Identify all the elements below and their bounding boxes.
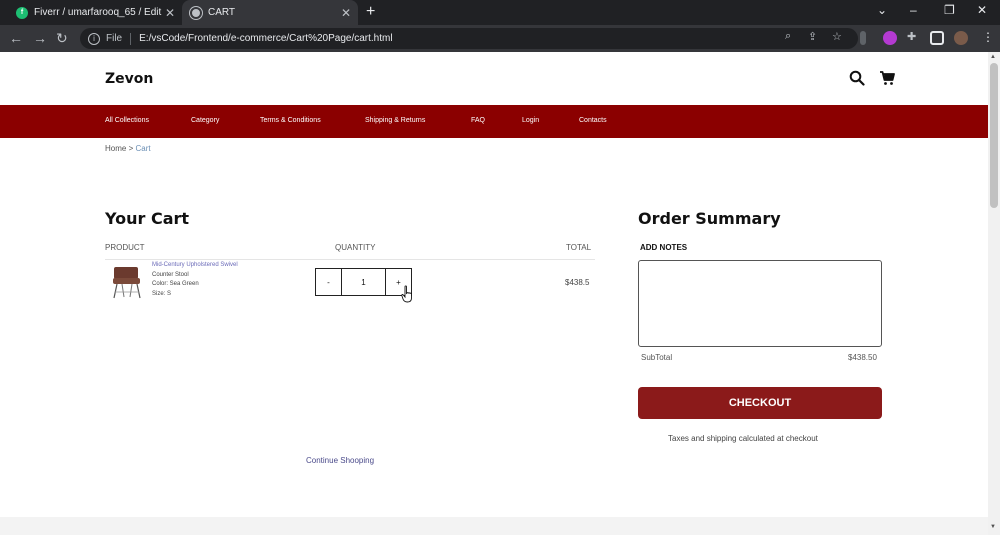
nav-category[interactable]: Category (191, 117, 219, 124)
puzzle-icon[interactable]: ✚ (907, 30, 916, 43)
product-name[interactable]: Mid-Century Upholstered Swivel (152, 262, 238, 268)
restore-button[interactable]: ❐ (944, 3, 955, 17)
avatar[interactable] (954, 31, 968, 45)
nav-shipping[interactable]: Shipping & Returns (365, 117, 425, 124)
breadcrumb-current: Cart (135, 144, 151, 153)
product-size: Size: S (152, 291, 172, 297)
side-panel-icon[interactable] (930, 31, 944, 45)
tab-title: Fiverr / umarfarooq_65 / Edit Gig (34, 7, 162, 18)
reload-icon[interactable]: ↻ (56, 30, 68, 47)
close-icon[interactable]: ✕ (162, 6, 178, 20)
url-scheme: File (106, 33, 123, 44)
divider (105, 259, 595, 260)
main-nav: All Collections Category Terms & Conditi… (0, 105, 988, 138)
star-icon[interactable]: ☆ (832, 30, 842, 43)
url-field[interactable]: i File E:/vsCode/Frontend/e-commerce/Car… (80, 28, 858, 49)
notes-label: ADD NOTES (640, 243, 688, 252)
checkout-button[interactable]: CHECKOUT (638, 387, 882, 419)
window-close-button[interactable]: ✕ (977, 3, 987, 17)
cart-title: Your Cart (105, 209, 190, 228)
cart-icon[interactable] (879, 70, 895, 86)
quantity-stepper: - 1 + (315, 268, 412, 296)
back-icon[interactable]: ← (9, 30, 23, 46)
column-header-total: TOTAL (566, 243, 592, 252)
scroll-up-icon[interactable]: ▲ (990, 54, 996, 60)
footer (0, 517, 988, 535)
order-summary-title: Order Summary (638, 209, 781, 228)
continue-shopping-link[interactable]: Continue Shooping (306, 456, 374, 465)
product-color: Color: Sea Green (152, 281, 199, 287)
breadcrumb-separator: > (128, 144, 134, 153)
scrollbar-thumb[interactable] (990, 63, 998, 208)
extension-icon[interactable] (860, 31, 866, 45)
divider (130, 32, 132, 45)
page: Zevon All Collections Category Terms & C… (0, 52, 988, 535)
tab-search-button[interactable]: ⌄ (877, 3, 887, 17)
tab-title: CART (208, 7, 236, 18)
zoom-icon[interactable]: ⌕ (785, 30, 791, 43)
share-icon[interactable]: ⇪ (808, 30, 817, 43)
minimize-button[interactable]: – (910, 3, 917, 17)
info-icon[interactable]: i (88, 32, 100, 45)
fiverr-icon: f (16, 6, 28, 19)
column-header-quantity: QUANTITY (335, 243, 376, 252)
search-icon[interactable] (849, 70, 865, 86)
decrement-button[interactable]: - (316, 269, 342, 295)
url-text: E:/vsCode/Frontend/e-commerce/Cart%20Pag… (139, 33, 393, 44)
close-icon[interactable]: ✕ (338, 6, 354, 20)
subtotal-label: SubTotal (641, 353, 673, 362)
new-tab-button[interactable]: + (366, 3, 375, 21)
breadcrumb-home[interactable]: Home (105, 144, 126, 153)
nav-terms[interactable]: Terms & Conditions (260, 117, 321, 124)
hand-cursor-icon (401, 285, 412, 303)
nav-contacts[interactable]: Contacts (579, 117, 607, 124)
quantity-value[interactable]: 1 (342, 269, 385, 295)
tab-cart[interactable]: CART ✕ (182, 0, 358, 25)
globe-icon (190, 6, 202, 19)
tab-fiverr[interactable]: f Fiverr / umarfarooq_65 / Edit Gig ✕ (8, 0, 182, 25)
tax-note: Taxes and shipping calculated at checkou… (668, 434, 818, 443)
address-bar: ← → ↻ i File E:/vsCode/Frontend/e-commer… (0, 25, 1000, 52)
product-name-continued: Counter Stool (152, 272, 189, 278)
forward-icon[interactable]: → (33, 30, 47, 46)
extension-icon[interactable] (883, 31, 897, 45)
column-header-product: PRODUCT (105, 243, 145, 252)
nav-faq[interactable]: FAQ (471, 117, 485, 124)
nav-login[interactable]: Login (522, 117, 539, 124)
breadcrumb: Home > Cart (105, 144, 151, 153)
nav-all-collections[interactable]: All Collections (105, 117, 149, 124)
logo[interactable]: Zevon (105, 71, 153, 87)
notes-field[interactable] (638, 260, 882, 347)
scroll-down-icon[interactable]: ▼ (990, 524, 996, 530)
subtotal-value: $438.50 (848, 353, 877, 362)
menu-icon[interactable]: ⋮ (982, 30, 994, 44)
product-image[interactable] (110, 264, 144, 300)
browser-tab-bar: f Fiverr / umarfarooq_65 / Edit Gig ✕ CA… (0, 0, 1000, 25)
item-total: $438.5 (565, 278, 590, 287)
